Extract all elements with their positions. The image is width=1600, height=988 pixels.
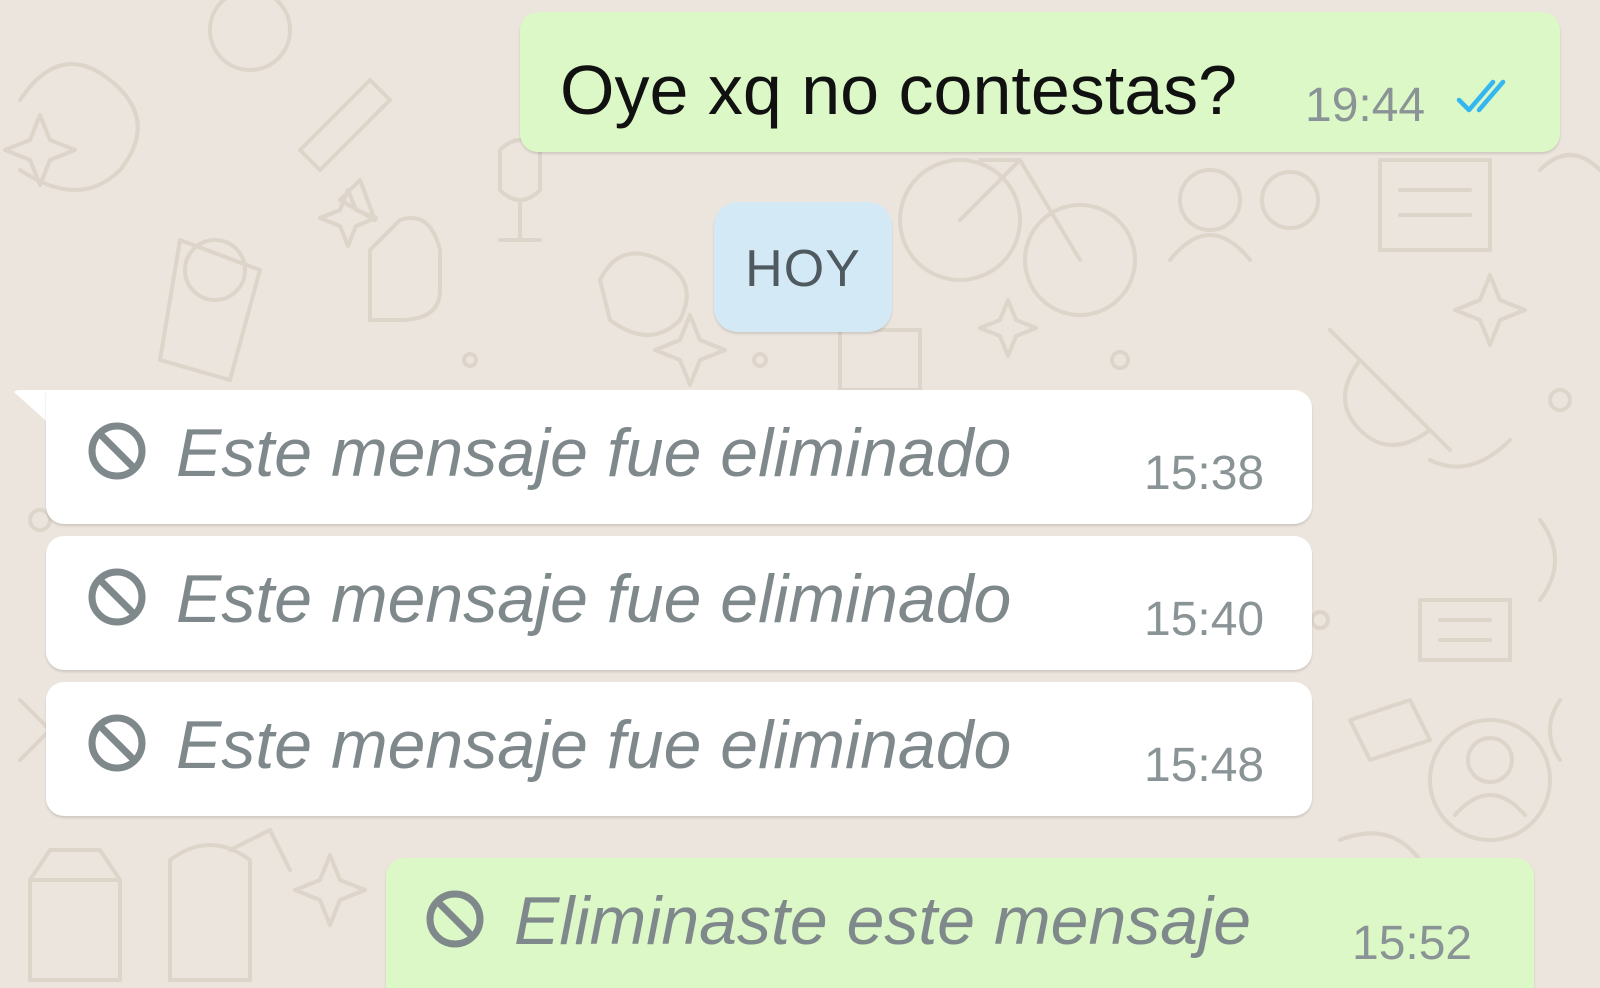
message-bubble-outgoing[interactable]: Oye xq no contestas? 19:44 [520,12,1560,152]
message-time: 19:44 [1305,79,1426,132]
double-check-icon [1456,79,1506,113]
date-separator-label: HOY [745,240,861,298]
deleted-message-text: Este mensaje fue eliminado [176,561,1012,637]
message-time: 15:48 [1144,739,1265,792]
deleted-message-text: Este mensaje fue eliminado [176,707,1012,783]
message-time: 15:38 [1144,447,1265,500]
deleted-message-text: Este mensaje fue eliminado [176,415,1012,491]
message-time: 15:40 [1144,593,1265,646]
ban-icon [426,890,484,948]
message-bubble-incoming[interactable]: Este mensaje fue eliminado 15:40 [46,536,1312,670]
message-bubble-outgoing[interactable]: Eliminaste este mensaje 15:52 [386,858,1534,988]
ban-icon [88,714,146,772]
ban-icon [88,568,146,626]
message-time: 15:52 [1352,917,1473,970]
deleted-message-text: Eliminaste este mensaje [514,883,1252,959]
message-text: Oye xq no contestas? [560,51,1238,129]
chat-screen: { "chat": { "messages": [ {"direction":"… [0,0,1600,988]
message-bubble-incoming[interactable]: Este mensaje fue eliminado 15:38 [46,390,1312,524]
ban-icon [88,422,146,480]
date-separator: HOY [714,202,892,332]
message-bubble-incoming[interactable]: Este mensaje fue eliminado 15:48 [46,682,1312,816]
